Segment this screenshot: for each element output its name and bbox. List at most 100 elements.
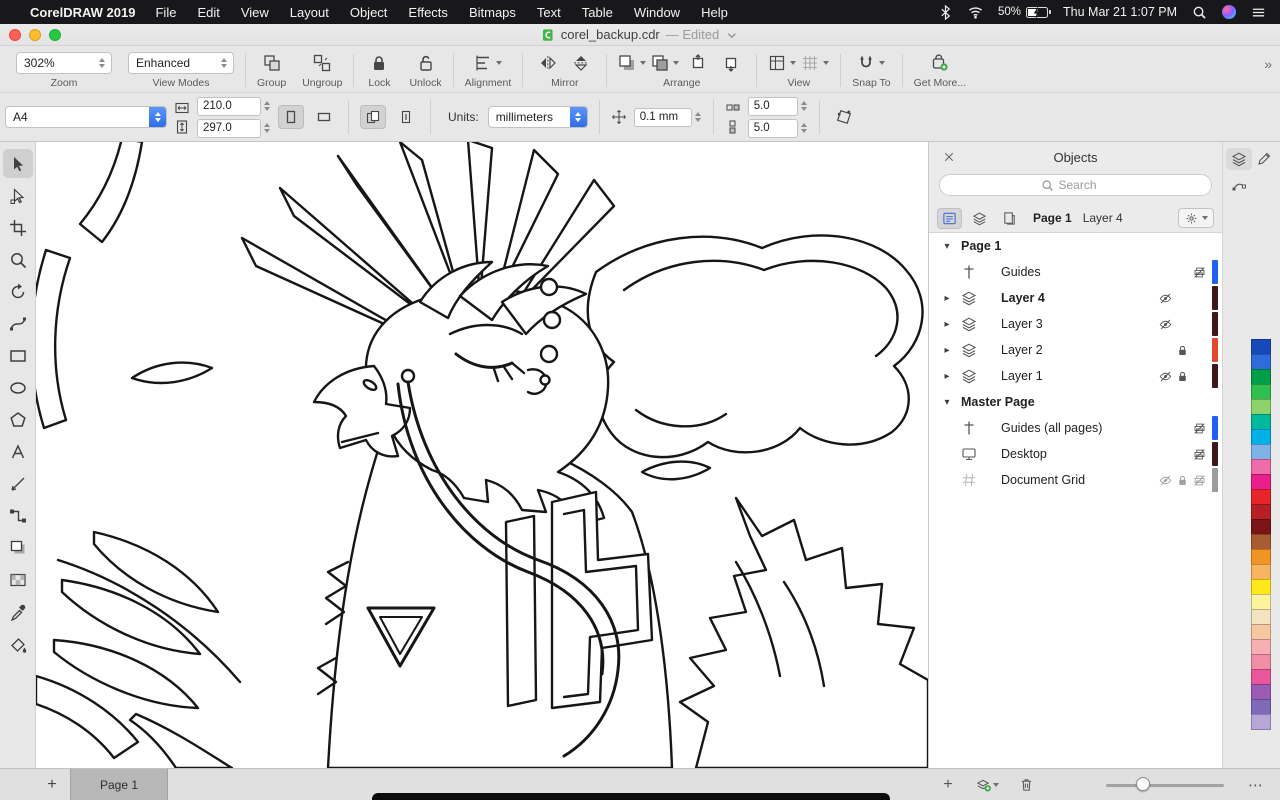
- drop-shadow-tool[interactable]: [3, 533, 33, 562]
- app-menu-title[interactable]: CorelDRAW 2019: [30, 5, 135, 20]
- new-object-button[interactable]: +: [936, 774, 960, 796]
- title-chevron-down-icon[interactable]: [725, 28, 739, 42]
- color-swatch-0[interactable]: [1251, 339, 1271, 355]
- zoom-slider[interactable]: [1106, 774, 1224, 796]
- color-swatch-3[interactable]: [1251, 384, 1271, 400]
- crop-tool[interactable]: [3, 213, 33, 242]
- document-proxy-icon[interactable]: [541, 28, 555, 42]
- treat-as-filled-button[interactable]: [831, 105, 857, 129]
- eye-off-toggle[interactable]: [1157, 368, 1174, 384]
- expand-chevron-icon[interactable]: ▸: [939, 345, 955, 356]
- menu-bitmaps[interactable]: Bitmaps: [469, 5, 516, 20]
- menu-clock[interactable]: Thu Mar 21 1:07 PM: [1063, 5, 1177, 19]
- text-tool[interactable]: [3, 437, 33, 466]
- color-swatch-18[interactable]: [1251, 609, 1271, 625]
- printer-off-toggle[interactable]: [1191, 264, 1208, 280]
- eye-off-toggle[interactable]: [1157, 472, 1174, 488]
- spotlight-icon[interactable]: [1192, 5, 1207, 20]
- color-swatch-8[interactable]: [1251, 459, 1271, 475]
- expand-chevron-icon[interactable]: ▸: [939, 371, 955, 382]
- color-swatch-6[interactable]: [1251, 429, 1271, 445]
- battery-indicator[interactable]: 50%: [998, 5, 1051, 19]
- wifi-icon[interactable]: [968, 5, 983, 20]
- siri-icon[interactable]: [1222, 5, 1236, 19]
- color-swatch-12[interactable]: [1251, 519, 1271, 535]
- add-page-button[interactable]: +: [40, 774, 64, 796]
- color-swatch-10[interactable]: [1251, 489, 1271, 505]
- color-swatch-20[interactable]: [1251, 639, 1271, 655]
- alignment-button[interactable]: [474, 51, 502, 76]
- color-swatch-2[interactable]: [1251, 369, 1271, 385]
- color-swatch-1[interactable]: [1251, 354, 1271, 370]
- menu-object[interactable]: Object: [350, 5, 388, 20]
- menu-help[interactable]: Help: [701, 5, 728, 20]
- menu-table[interactable]: Table: [582, 5, 613, 20]
- objects-view-button[interactable]: [937, 207, 962, 229]
- all-pages-button[interactable]: [360, 105, 386, 129]
- layer-row-master-page[interactable]: ▾ Master Page: [929, 389, 1222, 415]
- zoom-slider-thumb[interactable]: [1136, 777, 1150, 791]
- expand-chevron-icon[interactable]: ▸: [939, 319, 955, 330]
- color-swatch-17[interactable]: [1251, 594, 1271, 610]
- search-box[interactable]: [939, 174, 1212, 196]
- color-swatch-22[interactable]: [1251, 669, 1271, 685]
- eye-off-toggle[interactable]: [1157, 316, 1174, 332]
- toolbar-overflow-chevron[interactable]: »: [1264, 56, 1272, 72]
- to-front-button[interactable]: [618, 51, 647, 76]
- pages-view-button[interactable]: [997, 208, 1022, 229]
- page-tab-page-1[interactable]: Page 1: [70, 769, 168, 800]
- pick-tool[interactable]: [2, 149, 33, 178]
- to-back-button[interactable]: [651, 51, 680, 76]
- page-width-stepper[interactable]: [263, 101, 271, 111]
- zoom-slider-track[interactable]: [1106, 783, 1224, 787]
- eyedropper-tool[interactable]: [3, 597, 33, 626]
- layer-row-layer-2[interactable]: ▸ Layer 2: [929, 337, 1222, 363]
- color-swatch-25[interactable]: [1251, 714, 1271, 730]
- color-swatch-11[interactable]: [1251, 504, 1271, 520]
- duplicate-x-stepper[interactable]: [800, 101, 808, 111]
- zoom-level-select[interactable]: 302%: [16, 52, 112, 74]
- nudge-distance-input[interactable]: [633, 107, 692, 127]
- menu-text[interactable]: Text: [537, 5, 561, 20]
- bluetooth-icon[interactable]: [938, 4, 953, 20]
- minimize-window-button[interactable]: [29, 28, 41, 41]
- eye-off-toggle[interactable]: [1157, 290, 1174, 306]
- drawing-canvas[interactable]: [36, 142, 928, 768]
- menu-window[interactable]: Window: [634, 5, 680, 20]
- color-swatch-4[interactable]: [1251, 399, 1271, 415]
- layer-row-guides-all-pages[interactable]: Guides (all pages): [929, 415, 1222, 441]
- layers-view-button[interactable]: [967, 208, 992, 229]
- duplicate-y-input[interactable]: [747, 118, 798, 138]
- page-height-stepper[interactable]: [263, 123, 271, 133]
- connector-tool[interactable]: [3, 501, 33, 530]
- page-width-input[interactable]: [197, 96, 261, 116]
- duplicate-y-stepper[interactable]: [800, 123, 808, 133]
- layer-row-layer-1[interactable]: ▸ Layer 1: [929, 363, 1222, 389]
- node-docker-tab[interactable]: [1226, 174, 1252, 196]
- mirror-vertical-button[interactable]: [567, 51, 595, 76]
- menu-edit[interactable]: Edit: [197, 5, 219, 20]
- delete-button[interactable]: [1014, 774, 1038, 796]
- ungroup-button[interactable]: [308, 51, 336, 76]
- color-swatch-9[interactable]: [1251, 474, 1271, 490]
- color-swatch-7[interactable]: [1251, 444, 1271, 460]
- view-mode-select[interactable]: Enhanced: [128, 52, 234, 74]
- printer-off-toggle[interactable]: [1191, 472, 1208, 488]
- zoom-window-button[interactable]: [49, 28, 61, 41]
- bottom-options-button[interactable]: ⋯: [1248, 776, 1264, 794]
- color-swatch-23[interactable]: [1251, 684, 1271, 700]
- view-wireframe-button[interactable]: [768, 51, 797, 76]
- dimension-tool[interactable]: [3, 469, 33, 498]
- search-input[interactable]: [1058, 178, 1111, 192]
- layer-row-desktop[interactable]: Desktop: [929, 441, 1222, 467]
- collapse-triangle-icon[interactable]: ▾: [939, 241, 955, 252]
- unlock-button[interactable]: [412, 51, 440, 76]
- docker-close-icon[interactable]: [939, 147, 959, 167]
- units-select[interactable]: millimeters: [487, 106, 588, 128]
- layer-row-layer-3[interactable]: ▸ Layer 3: [929, 311, 1222, 337]
- duplicate-x-input[interactable]: [747, 96, 798, 116]
- current-page-button[interactable]: [393, 105, 419, 129]
- menu-layout[interactable]: Layout: [290, 5, 329, 20]
- palette-editor-button[interactable]: [1251, 148, 1277, 170]
- portrait-button[interactable]: [278, 105, 304, 129]
